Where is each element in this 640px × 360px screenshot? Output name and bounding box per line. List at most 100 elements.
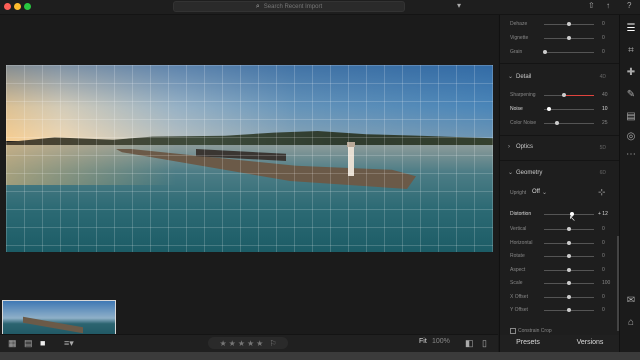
slider-handle[interactable] [567,308,571,312]
compare-icon[interactable]: ◧ [465,338,474,349]
slider-value[interactable]: 0 [602,294,605,300]
divider [500,160,619,161]
versions-button[interactable]: Versions [570,337,610,349]
optics-section-header[interactable]: › Optics 5D [508,144,612,154]
vertical-slider-row[interactable]: Vertical 0 [510,225,610,235]
fit-zoom-button[interactable]: Fit [419,338,427,345]
tag-icon[interactable]: ⌂ [625,317,637,328]
slider-handle[interactable] [567,36,571,40]
y-offset-slider-row[interactable]: Y Offset 0 [510,306,610,316]
slider-handle[interactable] [543,50,547,54]
star-icon[interactable]: ★ [238,339,245,348]
split-view-icon[interactable]: ▯ [482,338,487,349]
slider-handle[interactable] [567,294,571,299]
color-noise-slider-row[interactable]: Color Noise 25 [510,119,610,129]
x-offset-slider-row[interactable]: X Offset 0 [510,293,610,303]
horizontal-slider-row[interactable]: Horizontal 0 [510,239,610,249]
presets-button[interactable]: Presets [510,337,546,349]
aspect-slider-row[interactable]: Aspect 0 [510,266,610,276]
slider-value[interactable]: 0 [602,49,605,55]
square-grid-icon[interactable]: ▦ [8,338,17,349]
detail-view-icon[interactable]: ■ [40,338,45,348]
slider-track[interactable] [544,95,594,96]
distortion-value[interactable]: + 12 [598,211,608,217]
grain-slider-row[interactable]: Grain 0 [510,48,610,58]
slider-track[interactable] [544,109,594,110]
slider-handle[interactable] [567,254,571,258]
slider-value[interactable]: 100 [602,280,610,286]
upright-label: Upright [510,190,527,196]
grid-icon[interactable]: ▤ [24,338,33,349]
upload-icon[interactable]: ↑ [606,1,610,10]
slider-handle[interactable] [567,22,571,26]
chevron-down-icon[interactable]: ⌄ [542,189,547,196]
slider-label: Y Offset [510,307,528,313]
edited-photo[interactable] [6,65,493,252]
detail-section-header[interactable]: ⌄ Detail 4D [508,73,612,83]
filter-icon[interactable]: ▾ [457,1,461,10]
star-icon[interactable]: ★ [256,339,263,348]
share-icon[interactable]: ⇧ [588,1,595,10]
slider-value[interactable]: 25 [602,120,608,126]
slider-value[interactable]: 0 [602,267,605,273]
guided-upright-icon[interactable]: ⊹ [598,187,606,198]
slider-handle[interactable] [567,281,571,285]
close-window-button[interactable] [4,3,11,10]
slider-label: Sharpening [510,92,536,98]
slider-handle[interactable] [562,93,566,97]
vignette-slider-row[interactable]: Vignette 0 [510,34,610,44]
slider-value[interactable]: 0 [602,240,605,246]
noise-slider-row[interactable]: Noise 10 [510,105,610,115]
sharpening-slider-row[interactable]: Sharpening 40 [510,91,610,101]
bandage-icon[interactable]: ✚ [625,67,637,78]
dehaze-slider-row[interactable]: Dehaze 0 [510,20,610,30]
slider-value[interactable]: 40 [602,92,608,98]
star-icon[interactable]: ★ [229,339,236,348]
geometry-grid-overlay [6,65,493,252]
slider-label: Rotate [510,253,525,259]
slider-value[interactable]: 0 [602,35,605,41]
rotate-slider-row[interactable]: Rotate 0 [510,252,610,262]
chat-icon[interactable]: ✉ [625,295,637,306]
slider-label: Scale [510,280,523,286]
optics-hint: 5D [599,145,606,151]
minimize-window-button[interactable] [14,3,21,10]
maximize-window-button[interactable] [24,3,31,10]
slider-value[interactable]: 0 [602,226,605,232]
slider-value[interactable]: 10 [602,106,608,112]
search-placeholder: Search Recent Import [263,3,323,10]
more-icon[interactable]: ⋯ [625,149,637,160]
crop-icon[interactable]: ⌗ [625,45,637,56]
radial-icon[interactable]: ◎ [625,131,637,142]
slider-value[interactable]: 0 [602,307,605,313]
geometry-hint: 6D [599,170,606,176]
slider-label: Horizontal [510,239,533,246]
scale-slider-row[interactable]: Scale 100 [510,279,610,289]
sliders-icon[interactable]: ☰ [625,23,637,34]
sort-icon[interactable]: ≡▾ [64,338,74,349]
flag-pick-icon[interactable]: ⚐ [269,339,276,348]
help-icon[interactable]: ? [627,1,631,10]
star-icon[interactable]: ★ [247,339,254,348]
slider-track[interactable] [544,52,594,53]
search-input[interactable]: ⌕ Search Recent Import [173,1,405,12]
slider-value[interactable]: 0 [602,21,605,27]
zoom-level[interactable]: 100% [432,338,450,345]
slider-handle[interactable] [567,240,571,245]
upright-dropdown[interactable]: Off [532,189,540,195]
macos-dock [0,352,640,360]
slider-handle[interactable] [567,267,571,272]
gradient-icon[interactable]: ▤ [625,111,637,122]
slider-value[interactable]: 0 [602,253,605,259]
geometry-section-header[interactable]: ⌄ Geometry 6D [508,169,612,179]
star-rating[interactable]: ★ ★ ★ ★ ★ ⚐ [208,337,288,349]
slider-handle[interactable] [567,227,571,231]
star-icon[interactable]: ★ [219,339,226,348]
slider-track[interactable] [544,123,594,124]
distortion-slider-row[interactable]: Distortion + 12 [510,210,610,220]
brush-icon[interactable]: ✎ [625,89,637,100]
slider-handle[interactable] [547,107,551,111]
slider-handle[interactable] [554,121,559,125]
constrain-crop-checkbox[interactable] [510,328,516,334]
photo-canvas[interactable] [0,15,498,340]
